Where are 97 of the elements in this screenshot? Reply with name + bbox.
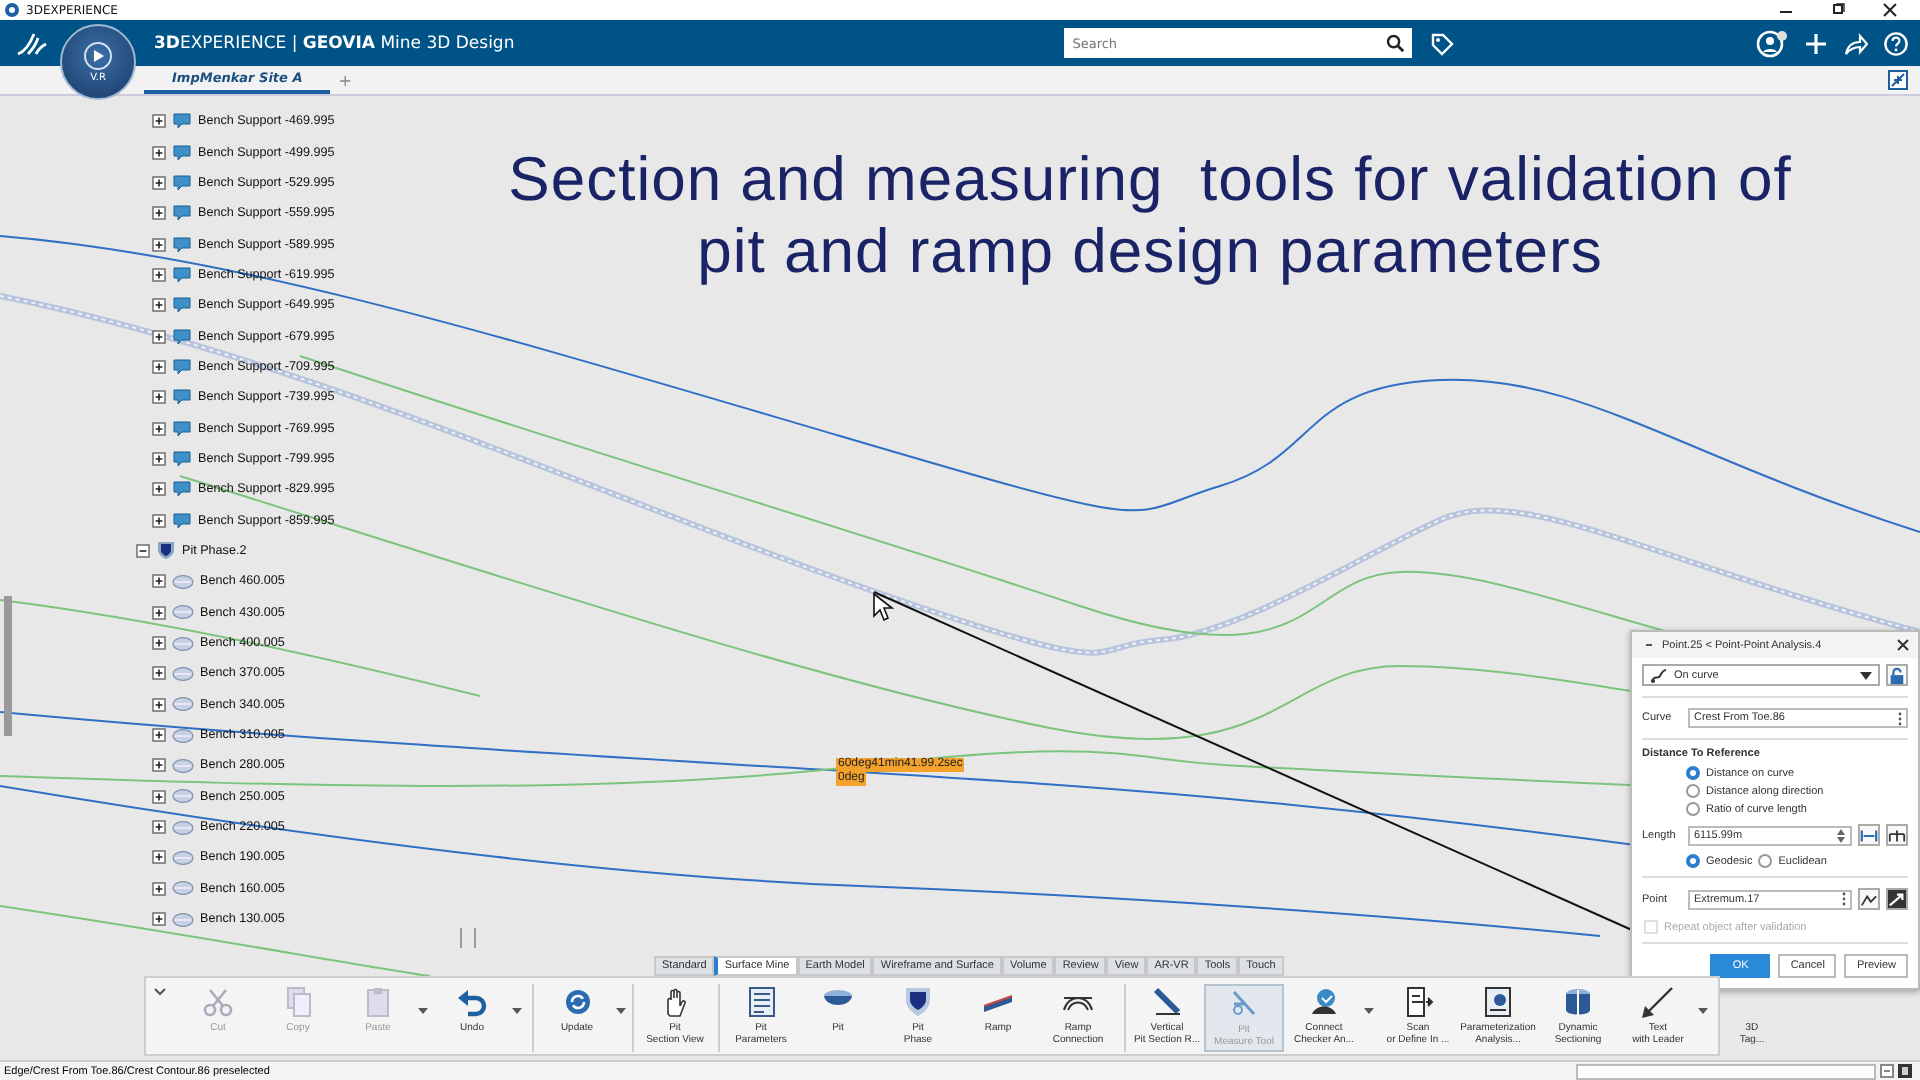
bench-icon	[172, 788, 194, 805]
expand-toggle[interactable]	[152, 605, 166, 620]
expand-toggle[interactable]	[152, 451, 166, 466]
restore-icon[interactable]	[1828, 2, 1848, 18]
clear-icon[interactable]	[1880, 1064, 1894, 1078]
radio-button[interactable]	[1758, 854, 1773, 868]
caret-icon	[1860, 671, 1872, 679]
caret-icon[interactable]	[616, 1008, 626, 1014]
radio-button[interactable]	[1686, 766, 1700, 780]
arrow-icon	[1888, 891, 1906, 907]
caret-icon[interactable]	[1698, 1008, 1708, 1014]
bench-icon	[172, 819, 194, 836]
search-icon[interactable]	[1386, 34, 1405, 52]
clipboard-icon	[362, 985, 394, 1017]
collapse-icon	[1890, 72, 1906, 88]
close-icon[interactable]	[1896, 638, 1910, 652]
dash-icon	[1644, 640, 1654, 650]
caret-icon[interactable]	[1364, 1008, 1374, 1014]
bench-icon	[172, 573, 194, 590]
expand-toggle[interactable]	[152, 329, 166, 344]
scissors-icon	[202, 985, 234, 1017]
caret-icon[interactable]	[512, 1008, 522, 1014]
app-title: 3DEXPERIENCE | GEOVIA Mine 3D Design	[154, 33, 515, 53]
bench-icon	[172, 727, 194, 744]
shield-icon	[902, 985, 934, 1017]
expand-toggle[interactable]	[152, 175, 166, 190]
close-icon[interactable]	[1880, 2, 1900, 18]
scrollbar-thumb[interactable]	[4, 596, 12, 736]
expand-toggle[interactable]	[152, 697, 166, 712]
user-icon[interactable]	[1756, 29, 1788, 57]
curve-point-button[interactable]	[1858, 888, 1880, 910]
video-caption: Section and measuring tools for validation of pit and ramp design parameters	[506, 144, 1794, 288]
lock-button[interactable]	[1886, 664, 1908, 686]
expand-toggle[interactable]	[152, 206, 166, 221]
expand-toggle[interactable]	[152, 912, 166, 927]
add-icon[interactable]	[1804, 31, 1828, 55]
chevron-icon[interactable]	[154, 988, 166, 996]
radio-button[interactable]	[1686, 854, 1700, 868]
bench-icon	[172, 696, 194, 713]
pages-icon	[282, 985, 314, 1017]
expand-toggle[interactable]	[152, 758, 166, 773]
bench-icon	[172, 635, 194, 652]
expand-toggle[interactable]	[152, 237, 166, 252]
bench-icon	[172, 880, 194, 897]
expand-toggle[interactable]	[152, 820, 166, 835]
radio-button[interactable]	[1686, 802, 1700, 816]
expand-toggle[interactable]	[152, 145, 166, 160]
logo-icon[interactable]	[14, 29, 50, 57]
checker-icon	[1308, 985, 1340, 1017]
undo-icon	[456, 985, 488, 1017]
expand-toggle[interactable]	[152, 636, 166, 651]
collapse-toggle[interactable]	[136, 543, 150, 558]
panel-icon[interactable]	[1898, 1064, 1912, 1078]
play-icon	[84, 41, 112, 69]
expand-toggle[interactable]	[152, 482, 166, 497]
bench-icon	[172, 757, 194, 774]
expand-toggle[interactable]	[152, 728, 166, 743]
lock-icon	[1888, 665, 1906, 685]
refresh-icon	[561, 985, 593, 1017]
expand-toggle[interactable]	[152, 513, 166, 528]
expand-toggle[interactable]	[152, 666, 166, 681]
expand-toggle[interactable]	[152, 114, 166, 129]
bench-icon	[172, 911, 194, 928]
command-field[interactable]	[1576, 1063, 1876, 1079]
form-icon	[745, 985, 777, 1017]
expand-toggle[interactable]	[152, 421, 166, 436]
report-icon	[1482, 985, 1514, 1017]
pick-point-button[interactable]	[1886, 888, 1908, 910]
collapse-button[interactable]	[1888, 70, 1908, 90]
share-icon[interactable]	[1844, 31, 1868, 55]
tag-icon[interactable]	[1430, 31, 1455, 55]
span-icon	[1860, 827, 1878, 843]
expand-toggle[interactable]	[152, 881, 166, 896]
expand-toggle[interactable]	[152, 574, 166, 589]
measure-right-button[interactable]	[1886, 824, 1908, 846]
bench-icon	[172, 665, 194, 682]
expand-toggle[interactable]	[152, 298, 166, 313]
document-arrow-icon	[1402, 985, 1434, 1017]
leader-arrow-icon	[1642, 985, 1674, 1017]
shield-icon	[156, 540, 176, 561]
spinner-icon[interactable]	[1836, 827, 1846, 843]
graph-icon	[1860, 891, 1878, 907]
expand-toggle[interactable]	[152, 789, 166, 804]
expand-toggle[interactable]	[152, 359, 166, 374]
help-icon[interactable]	[1884, 31, 1908, 55]
cursor-icon	[873, 592, 895, 622]
expand-toggle[interactable]	[152, 267, 166, 282]
radio-button[interactable]	[1686, 784, 1700, 798]
slope-icon	[1151, 985, 1183, 1017]
bench-icon	[172, 604, 194, 621]
cylinder-icon	[1562, 985, 1594, 1017]
expand-toggle[interactable]	[152, 850, 166, 865]
ruler-icon	[1888, 827, 1906, 843]
curve-icon	[1650, 667, 1668, 683]
bench-icon	[172, 849, 194, 866]
measure-left-button[interactable]	[1858, 824, 1880, 846]
expand-toggle[interactable]	[152, 390, 166, 405]
